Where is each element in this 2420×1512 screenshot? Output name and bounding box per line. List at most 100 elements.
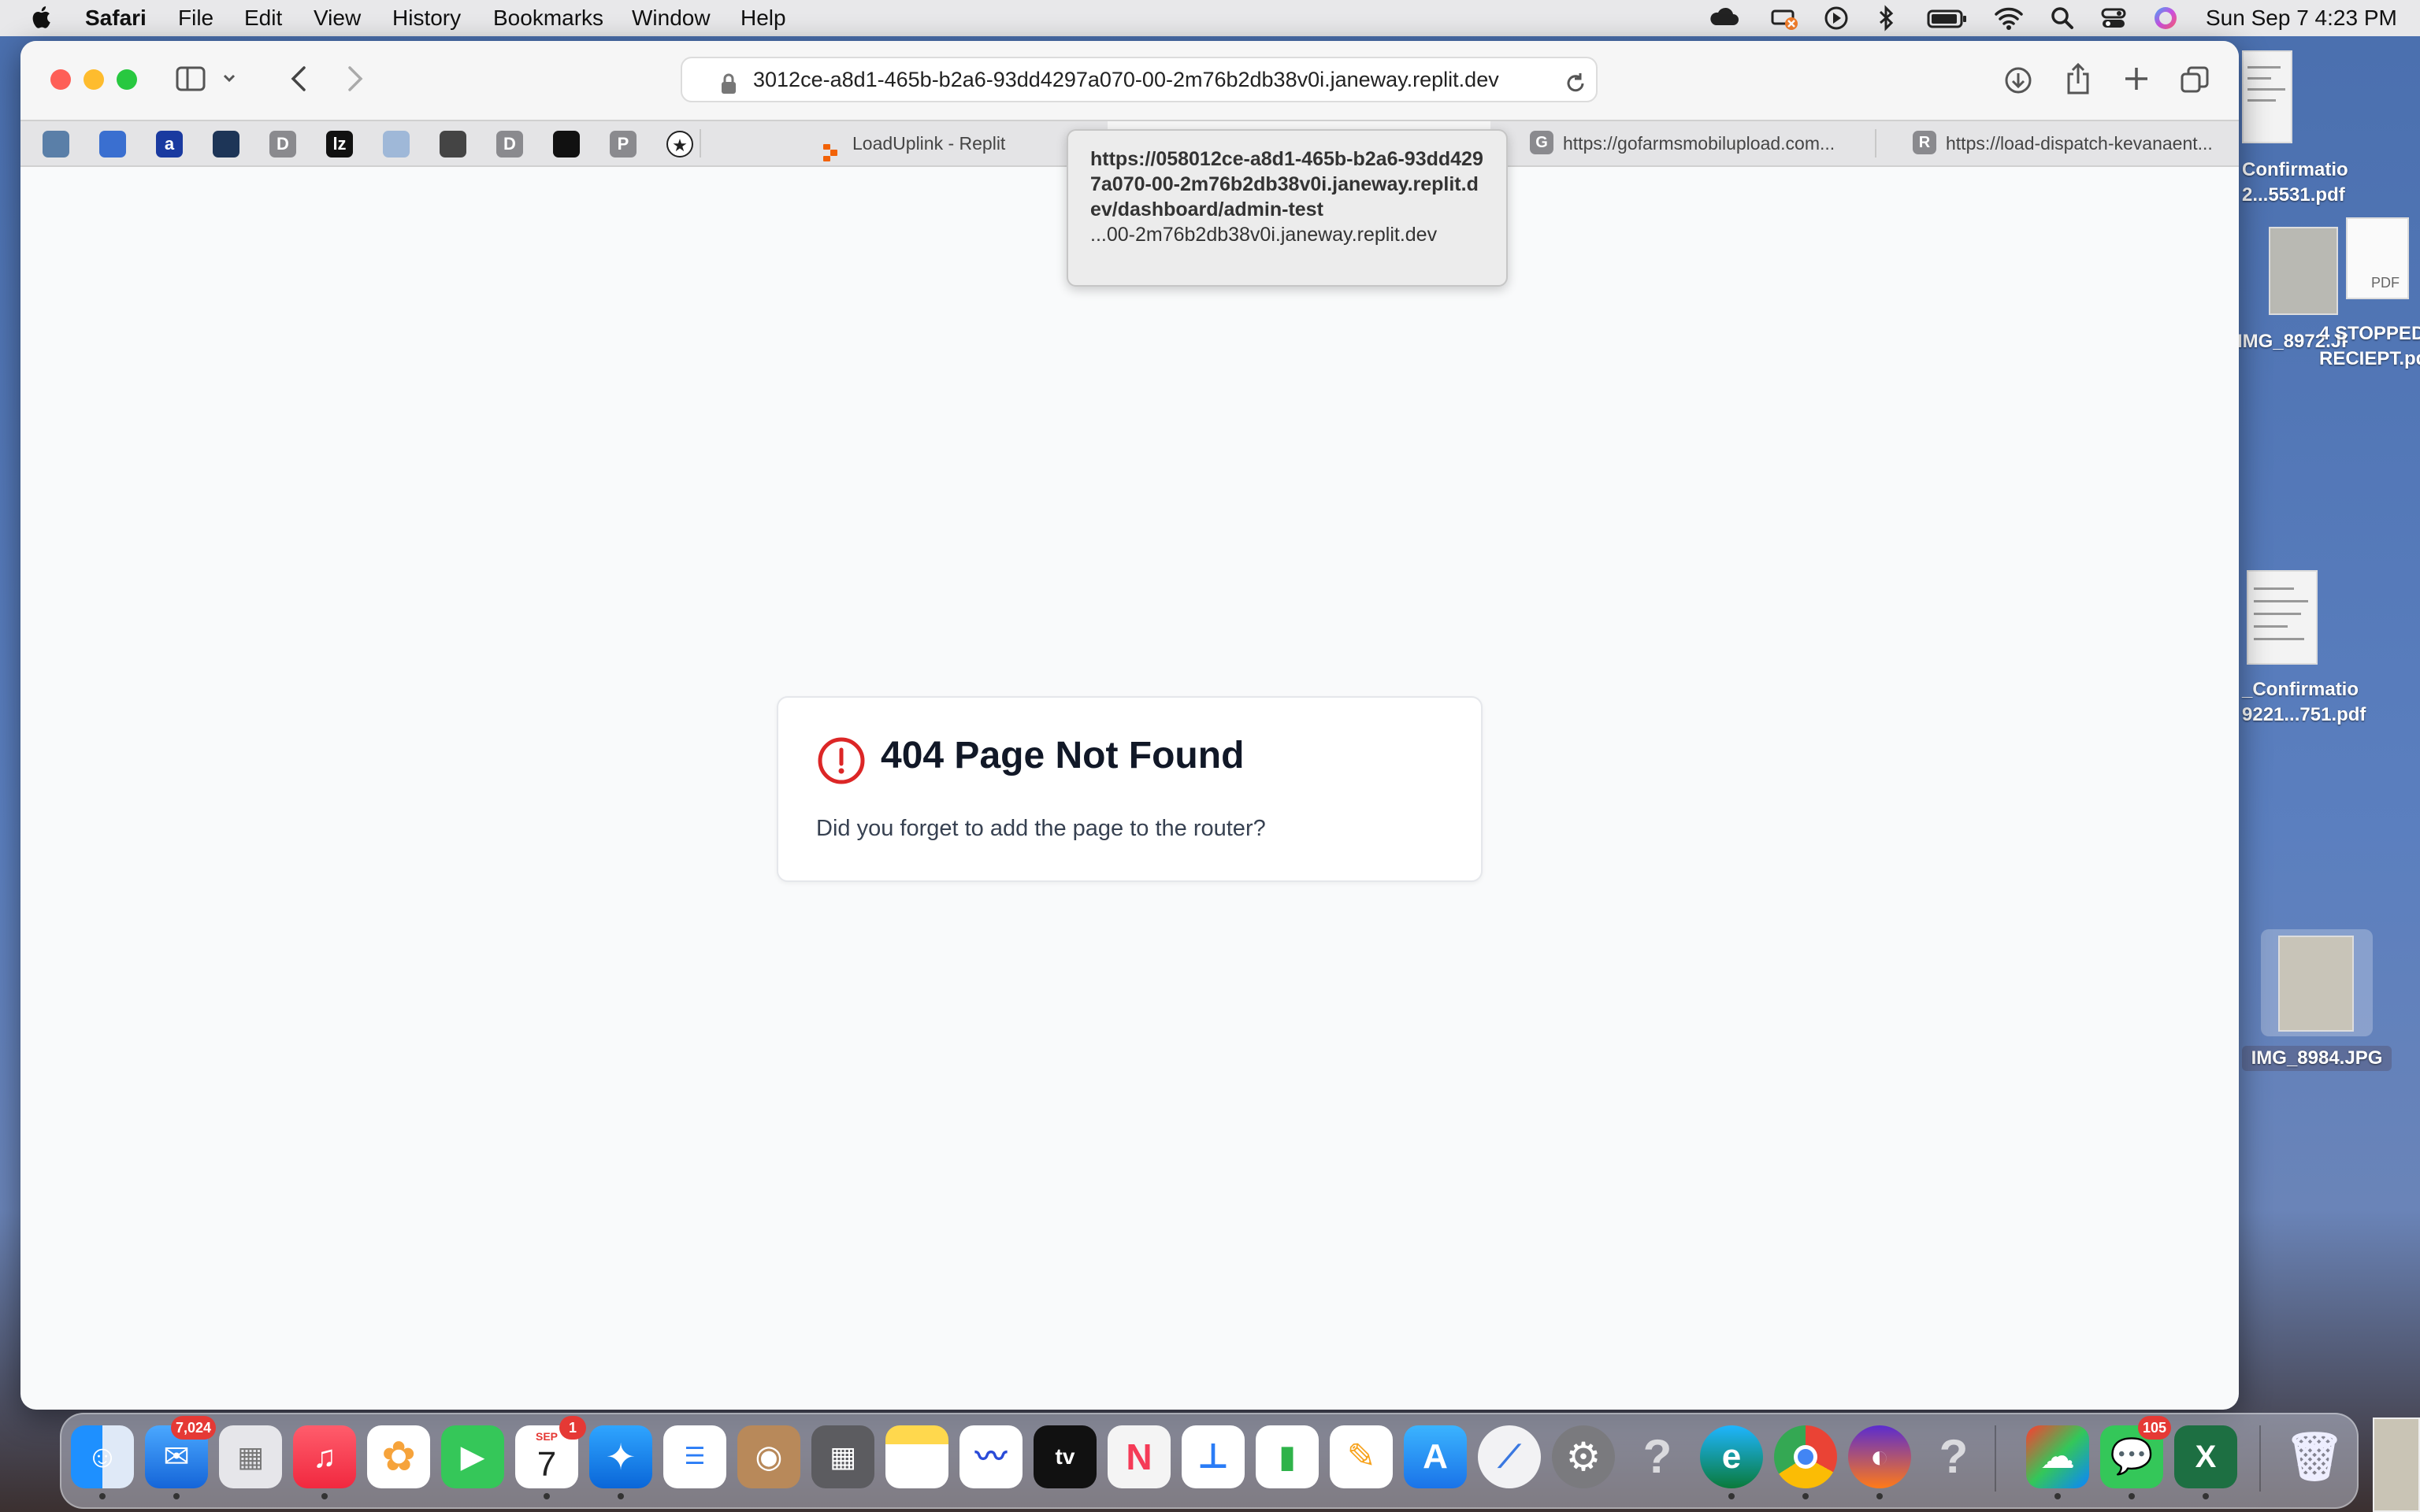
running-indicator	[2054, 1493, 2061, 1499]
alert-circle-icon	[816, 736, 867, 790]
contacts-icon[interactable]: ◉	[737, 1425, 800, 1488]
pinned-tab-letter: D	[503, 134, 516, 154]
siri-icon[interactable]	[2152, 5, 2179, 32]
control-center-icon[interactable]	[2100, 5, 2127, 32]
chrome-icon[interactable]	[1774, 1425, 1837, 1488]
menu-view[interactable]: View	[314, 5, 361, 32]
pinned-tab[interactable]: P	[610, 131, 637, 158]
safari-icon[interactable]: ✦	[589, 1425, 652, 1488]
back-button[interactable]	[285, 63, 314, 98]
menu-help[interactable]: Help	[740, 5, 786, 32]
sidebar-toggle-icon[interactable]	[175, 65, 206, 97]
spotlight-search-icon[interactable]	[2050, 5, 2075, 32]
running-indicator	[618, 1493, 624, 1499]
cloud-icon[interactable]	[1708, 5, 1739, 32]
tab-overview-icon[interactable]	[2179, 65, 2210, 100]
play-icon[interactable]	[1823, 5, 1850, 32]
apple-menu-icon[interactable]	[30, 5, 52, 32]
desktop-file-label[interactable]: Confirmatio	[2242, 159, 2415, 181]
pinned-tab[interactable]	[213, 131, 239, 158]
notes-icon[interactable]	[885, 1425, 948, 1488]
new-tab-icon[interactable]	[2122, 65, 2151, 97]
downloads-icon[interactable]	[2002, 65, 2034, 100]
tab-load-dispatch[interactable]: R https://load-dispatch-kevanaent...	[1876, 121, 2239, 165]
zoom-window-button[interactable]	[117, 69, 137, 90]
menu-clock[interactable]: Sun Sep 7 4:23 PM	[2206, 5, 2397, 32]
chevron-down-icon[interactable]	[221, 69, 238, 91]
battery-icon[interactable]	[1927, 5, 1968, 32]
unknown-app-icon[interactable]: ?	[1626, 1425, 1689, 1488]
tab-favicon: G	[1530, 131, 1553, 154]
unknown-app-icon[interactable]: ?	[1922, 1425, 1985, 1488]
reload-icon[interactable]	[1563, 68, 1588, 101]
desktop-photo-thumbnail[interactable]	[2373, 1418, 2420, 1512]
desktop-file-sublabel: 9221...751.pdf	[2242, 704, 2366, 725]
menu-edit[interactable]: Edit	[244, 5, 282, 32]
tab-favicon: R	[1913, 131, 1936, 154]
menu-window[interactable]: Window	[632, 5, 711, 32]
menu-app-name[interactable]: Safari	[85, 5, 147, 32]
url-text[interactable]: 3012ce-a8d1-465b-b2a6-93dd4297a070-00-2m…	[753, 58, 1499, 101]
pinned-tab[interactable]: a	[156, 131, 183, 158]
tab-gofarms[interactable]: G https://gofarmsmobilupload.com...	[1492, 121, 1873, 165]
bluetooth-icon[interactable]	[1876, 5, 1895, 32]
pinned-tab[interactable]	[440, 131, 466, 158]
calendar-icon[interactable]: SEP 7 1	[515, 1416, 586, 1488]
keynote-icon[interactable]: ⊥	[1182, 1425, 1245, 1488]
app-store-icon[interactable]: A	[1404, 1425, 1467, 1488]
calculator-icon[interactable]: ▦	[811, 1425, 874, 1488]
photos-icon[interactable]: ✿	[367, 1425, 430, 1488]
printer-alert-icon[interactable]	[1768, 5, 1799, 32]
pinned-tab[interactable]	[553, 131, 580, 158]
launchpad-icon[interactable]: ▦	[219, 1425, 282, 1488]
music-icon[interactable]: ♫	[293, 1425, 356, 1488]
desktop-file-thumbnail[interactable]	[2242, 50, 2292, 143]
pdf-file-icon[interactable]: PDF	[2346, 217, 2409, 299]
desktop-file-label[interactable]: 4 STOPPED	[2319, 323, 2420, 345]
reminders-icon[interactable]: ☰	[663, 1425, 726, 1488]
desktop-photo-thumbnail[interactable]	[2269, 227, 2338, 315]
pinned-tab[interactable]	[383, 131, 410, 158]
replit-favicon-icon	[821, 134, 840, 165]
wifi-icon[interactable]	[1993, 5, 2025, 32]
menu-file[interactable]: File	[178, 5, 213, 32]
finder-icon[interactable]: ☺	[71, 1425, 134, 1488]
migration-assistant-icon[interactable]: ⟋	[1478, 1425, 1541, 1488]
messages-icon[interactable]: 💬 105	[2100, 1416, 2171, 1488]
address-bar[interactable]: 3012ce-a8d1-465b-b2a6-93dd4297a070-00-2m…	[681, 57, 1598, 102]
tab-loaduplink[interactable]: LoadUplink - Replit	[701, 121, 1106, 165]
pinned-tab[interactable]: lz	[326, 131, 353, 158]
desktop-file-thumbnail[interactable]	[2247, 570, 2318, 665]
desktop-photo-thumbnail[interactable]	[2278, 936, 2354, 1032]
page-message: Did you forget to add the page to the ro…	[816, 816, 1266, 841]
numbers-icon[interactable]: ▮	[1256, 1425, 1319, 1488]
share-icon[interactable]	[2064, 61, 2092, 100]
edge-icon[interactable]: e	[1700, 1425, 1763, 1488]
trash-icon[interactable]: 🗑	[2283, 1425, 2346, 1488]
pinned-tab[interactable]	[99, 131, 126, 158]
menu-bookmarks[interactable]: Bookmarks	[493, 5, 603, 32]
news-icon[interactable]: N	[1108, 1425, 1171, 1488]
desktop-file-label[interactable]: _Confirmatio	[2242, 679, 2415, 701]
pinned-tab[interactable]: D	[496, 131, 523, 158]
system-settings-icon[interactable]: ⚙	[1552, 1425, 1615, 1488]
apple-tv-icon[interactable]: tv	[1034, 1425, 1097, 1488]
mail-badge: 7,024	[170, 1416, 216, 1440]
pages-icon[interactable]: ✎	[1330, 1425, 1393, 1488]
firefox-icon[interactable]: ◐	[1848, 1425, 1911, 1488]
cloud-upload-icon[interactable]: ☁	[2026, 1425, 2089, 1488]
close-window-button[interactable]	[50, 69, 71, 90]
facetime-icon[interactable]: ▶	[441, 1425, 504, 1488]
minimize-window-button[interactable]	[84, 69, 104, 90]
pinned-tab[interactable]	[43, 131, 69, 158]
desktop-file-label[interactable]: IMG_8984.JPG	[2242, 1046, 2392, 1071]
forward-button[interactable]	[340, 63, 369, 98]
freeform-icon[interactable]: 〰	[959, 1425, 1023, 1488]
mail-icon[interactable]: ✉ 7,024	[145, 1416, 216, 1488]
pinned-tab[interactable]: ★	[666, 131, 693, 158]
excel-icon[interactable]: X	[2174, 1425, 2237, 1488]
running-indicator	[99, 1493, 106, 1499]
menu-history[interactable]: History	[392, 5, 461, 32]
pinned-tab[interactable]: D	[269, 131, 296, 158]
calendar-day: 7	[536, 1445, 557, 1484]
